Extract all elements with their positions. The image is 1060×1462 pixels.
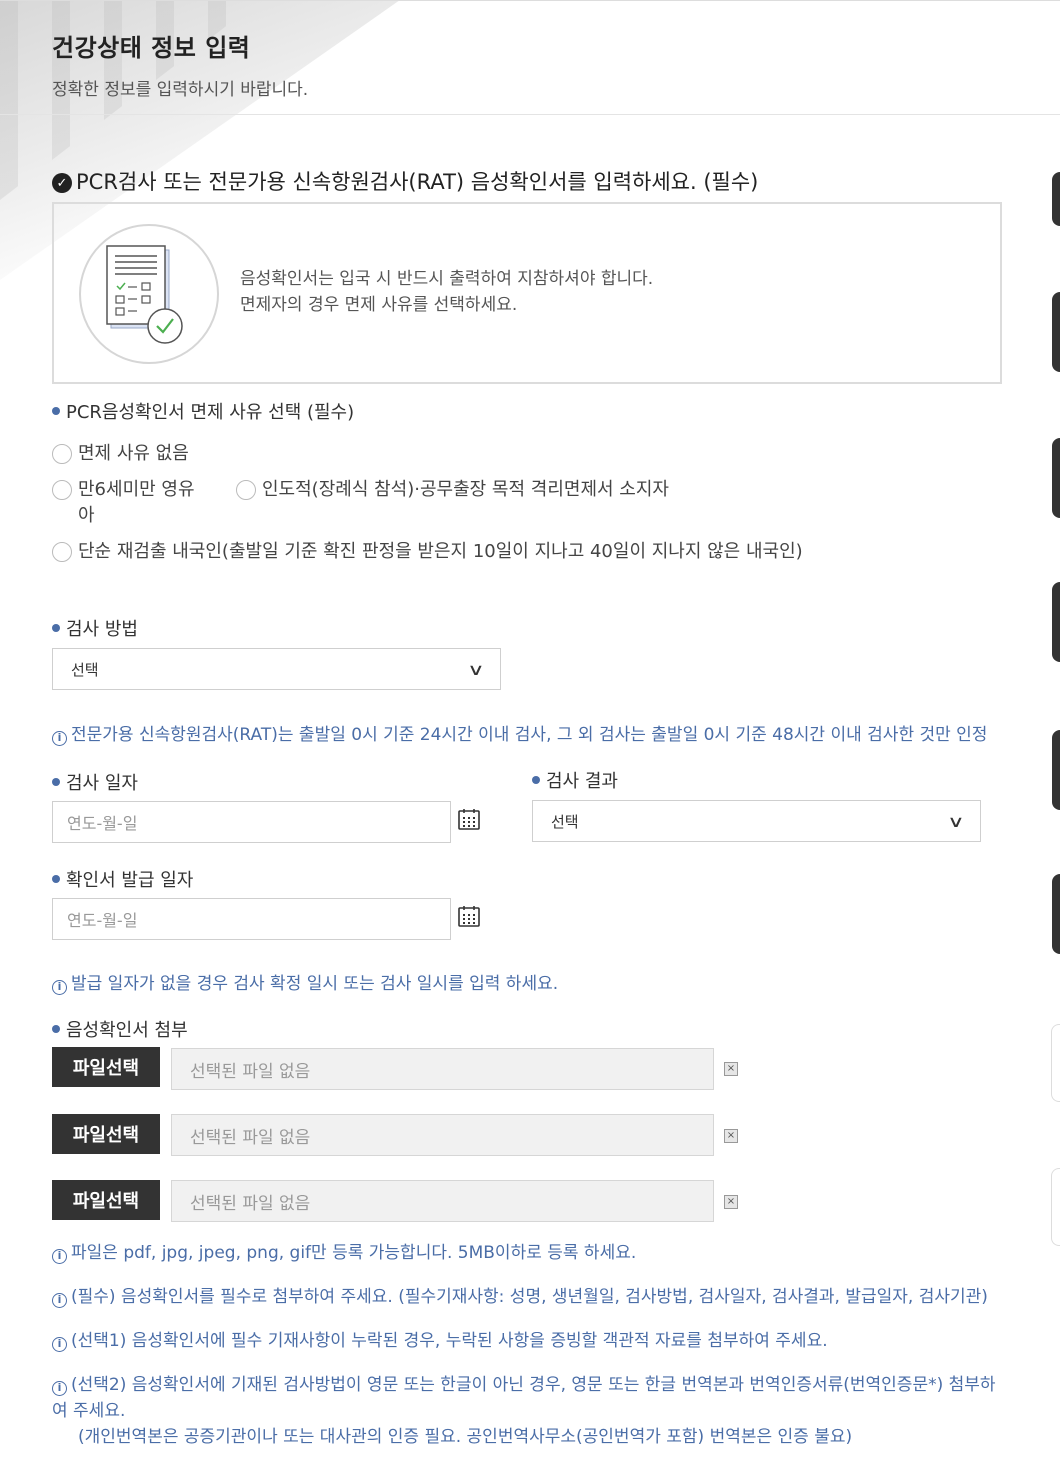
- file-format-note: i 파일은 pdf, jpg, jpeg, png, gif만 등록 가능합니다.…: [52, 1240, 1012, 1266]
- chevron-down-icon: ∨: [467, 659, 485, 679]
- info-circle-icon: i: [52, 1380, 67, 1396]
- file-name-field: 선택된 파일 없음: [171, 1180, 714, 1222]
- pcr-section-title-text: PCR검사 또는 전문가용 신속항원검사(RAT) 음성확인서를 입력하세요. …: [76, 170, 759, 194]
- info-circle-icon: i: [52, 730, 67, 746]
- file-name-field: 선택된 파일 없음: [171, 1048, 714, 1090]
- note-text: (필수) 음성확인서를 필수로 첨부하여 주세요. (필수기재사항: 성명, 생…: [71, 1287, 988, 1307]
- radio-under6-infant[interactable]: 만6세미만 영유아: [52, 477, 208, 529]
- file-select-button[interactable]: 파일선택: [52, 1047, 160, 1087]
- radio-humanitarian-exemption[interactable]: 인도적(장례식 참석)·공무출장 목적 격리면제서 소지자: [236, 477, 676, 503]
- chevron-down-icon: ∨: [947, 811, 965, 831]
- check-circle-icon: ✓: [52, 173, 72, 193]
- side-tab[interactable]: [1052, 292, 1060, 372]
- radio-redetected-national[interactable]: 단순 재검출 내국인(출발일 기준 확진 판정을 받은지 10일이 지나고 40…: [52, 539, 822, 565]
- header-divider: [0, 114, 1060, 115]
- pcr-info-text: 음성확인서는 입국 시 반드시 출력하여 지참하셔야 합니다. 면제자의 경우 …: [240, 266, 653, 318]
- bullet-dot: [52, 624, 60, 632]
- exemption-label-text: PCR음성확인서 면제 사유 선택 (필수): [66, 402, 355, 423]
- calendar-icon[interactable]: [458, 905, 480, 927]
- optional2-note: i (선택2) 음성확인서에 기재된 검사방법이 영문 또는 한글이 아닌 경우,…: [52, 1372, 1002, 1424]
- side-tab[interactable]: [1052, 730, 1060, 810]
- radio-label: 만6세미만 영유아: [78, 479, 195, 526]
- bullet-dot: [52, 407, 60, 415]
- info-circle-icon: i: [52, 1292, 67, 1308]
- calendar-icon[interactable]: [458, 808, 480, 830]
- pcr-section-title: ✓ PCR검사 또는 전문가용 신속항원검사(RAT) 음성확인서를 입력하세요…: [52, 166, 758, 196]
- rat-note: i 전문가용 신속항원검사(RAT)는 출발일 0시 기준 24시간 이내 검사,…: [52, 722, 1012, 748]
- page-title: 건강상태 정보 입력: [52, 34, 251, 62]
- attach-label: 음성확인서 첨부: [52, 1016, 188, 1042]
- required-attach-note: i (필수) 음성확인서를 필수로 첨부하여 주세요. (필수기재사항: 성명, …: [52, 1284, 1012, 1310]
- pcr-info-line2: 면제자의 경우 면제 사유를 선택하세요.: [240, 295, 518, 315]
- radio-circle[interactable]: [236, 480, 256, 500]
- bullet-dot: [52, 1025, 60, 1033]
- pcr-info-box: 음성확인서는 입국 시 반드시 출력하여 지참하셔야 합니다. 면제자의 경우 …: [52, 202, 1002, 384]
- test-result-label-text: 검사 결과: [546, 771, 618, 792]
- remove-file-icon[interactable]: ×: [724, 1195, 738, 1209]
- note-text: (선택1) 음성확인서에 필수 기재사항이 누락된 경우, 누락된 사항을 증빙…: [71, 1331, 828, 1351]
- test-result-select[interactable]: 선택 ∨: [532, 800, 981, 842]
- radio-label: 인도적(장례식 참석)·공무출장 목적 격리면제서 소지자: [262, 479, 669, 500]
- test-date-placeholder: 연도-월-일: [67, 814, 138, 833]
- radio-label: 단순 재검출 내국인(출발일 기준 확진 판정을 받은지 10일이 지나고 40…: [78, 541, 803, 562]
- issue-date-label-text: 확인서 발급 일자: [66, 870, 194, 891]
- bullet-dot: [532, 776, 540, 784]
- test-date-label-text: 검사 일자: [66, 773, 138, 794]
- file-select-button[interactable]: 파일선택: [52, 1180, 160, 1220]
- radio-circle[interactable]: [52, 444, 72, 464]
- side-tab[interactable]: [1051, 1168, 1060, 1246]
- file-select-button[interactable]: 파일선택: [52, 1114, 160, 1154]
- test-result-selected: 선택: [551, 812, 579, 831]
- issue-date-note: i 발급 일자가 없을 경우 검사 확정 일시 또는 검사 일시를 입력 하세요.: [52, 971, 1012, 997]
- info-circle-icon: i: [52, 1336, 67, 1352]
- side-tab[interactable]: [1052, 874, 1060, 954]
- note-text: (개인번역본은 공증기관이나 또는 대사관의 인증 필요. 공인번역사무소(공인…: [78, 1427, 853, 1447]
- pcr-info-line1: 음성확인서는 입국 시 반드시 출력하여 지참하셔야 합니다.: [240, 269, 654, 289]
- page-header: 건강상태 정보 입력 정확한 정보를 입력하시기 바랍니다.: [52, 28, 308, 100]
- radio-circle[interactable]: [52, 480, 72, 500]
- remove-file-icon[interactable]: ×: [724, 1129, 738, 1143]
- top-border: [0, 0, 1060, 1]
- issue-date-placeholder: 연도-월-일: [67, 911, 138, 930]
- bullet-dot: [52, 875, 60, 883]
- attach-label-text: 음성확인서 첨부: [66, 1020, 188, 1041]
- optional1-note: i (선택1) 음성확인서에 필수 기재사항이 누락된 경우, 누락된 사항을 증…: [52, 1328, 1012, 1354]
- side-tab[interactable]: [1052, 582, 1060, 662]
- side-tab[interactable]: [1051, 1024, 1060, 1102]
- file-empty-text: 선택된 파일 없음: [190, 1193, 311, 1214]
- issue-date-input[interactable]: 연도-월-일: [52, 898, 451, 940]
- test-method-selected: 선택: [71, 660, 99, 679]
- radio-no-exemption[interactable]: 면제 사유 없음: [52, 441, 352, 467]
- file-name-field: 선택된 파일 없음: [171, 1114, 714, 1156]
- remove-file-icon[interactable]: ×: [724, 1062, 738, 1076]
- bullet-dot: [52, 778, 60, 786]
- exemption-label: PCR음성확인서 면제 사유 선택 (필수): [52, 398, 354, 424]
- issue-date-label: 확인서 발급 일자: [52, 866, 193, 892]
- test-method-select[interactable]: 선택 ∨: [52, 648, 501, 690]
- file-empty-text: 선택된 파일 없음: [190, 1127, 311, 1148]
- rat-note-text: 전문가용 신속항원검사(RAT)는 출발일 0시 기준 24시간 이내 검사, …: [71, 725, 988, 745]
- document-check-icon: [79, 224, 219, 364]
- radio-label: 면제 사유 없음: [78, 443, 189, 464]
- file-empty-text: 선택된 파일 없음: [190, 1061, 311, 1082]
- info-circle-icon: i: [52, 979, 67, 995]
- side-tab[interactable]: [1052, 172, 1060, 226]
- test-method-label: 검사 방법: [52, 615, 138, 641]
- note-text: (선택2) 음성확인서에 기재된 검사방법이 영문 또는 한글이 아닌 경우, …: [52, 1375, 996, 1421]
- test-method-label-text: 검사 방법: [66, 619, 138, 640]
- issue-date-note-text: 발급 일자가 없을 경우 검사 확정 일시 또는 검사 일시를 입력 하세요.: [71, 974, 559, 994]
- page-subtitle: 정확한 정보를 입력하시기 바랍니다.: [52, 80, 309, 100]
- note-text: 파일은 pdf, jpg, jpeg, png, gif만 등록 가능합니다. …: [71, 1243, 637, 1263]
- test-date-input[interactable]: 연도-월-일: [52, 801, 451, 843]
- info-circle-icon: i: [52, 1248, 67, 1264]
- test-result-label: 검사 결과: [532, 767, 618, 793]
- radio-circle[interactable]: [52, 542, 72, 562]
- test-date-label: 검사 일자: [52, 769, 138, 795]
- translation-note: (개인번역본은 공증기관이나 또는 대사관의 인증 필요. 공인번역사무소(공인…: [78, 1424, 1018, 1450]
- side-tab[interactable]: [1052, 438, 1060, 518]
